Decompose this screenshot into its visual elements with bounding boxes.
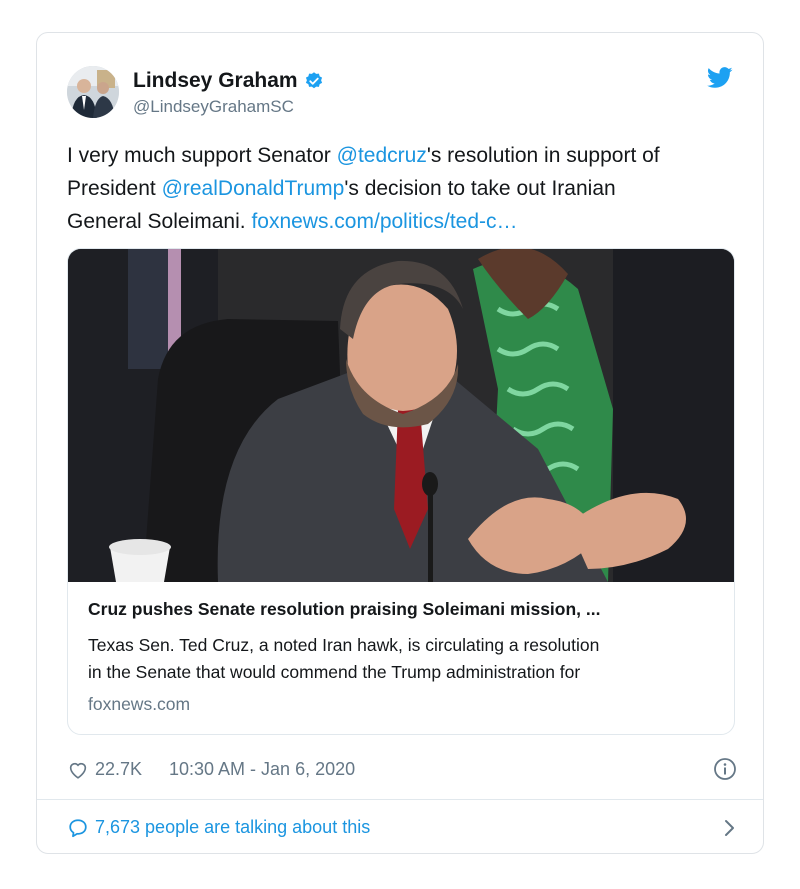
mention-tedcruz[interactable]: @tedcruz (337, 144, 427, 167)
tweet-line-3: General Soleimani. foxnews.com/politics/… (67, 205, 737, 238)
conversation-row[interactable]: 7,673 people are talking about this (67, 813, 737, 841)
link-preview-card[interactable]: Cruz pushes Senate resolution praising S… (67, 248, 735, 735)
speech-bubble-icon (69, 819, 87, 838)
tweet-url-link[interactable]: foxnews.com/politics/ted-c… (251, 210, 517, 233)
tweet-meta-row: 22.7K 10:30 AM - Jan 6, 2020 (67, 757, 737, 783)
tweet-text-segment: 's decision to take out Iranian (344, 177, 616, 200)
heart-icon[interactable] (67, 759, 89, 781)
chevron-right-icon[interactable] (723, 817, 737, 839)
tweet-line-1: I very much support Senator @tedcruz's r… (67, 139, 737, 172)
article-title[interactable]: Cruz pushes Senate resolution praising S… (88, 599, 718, 620)
author-handle[interactable]: @LindseyGrahamSC (133, 97, 294, 117)
mention-realdonaldtrump[interactable]: @realDonaldTrump (162, 177, 345, 200)
tweet-text-segment: 's resolution in support of (426, 144, 660, 167)
article-description: Texas Sen. Ted Cruz, a noted Iran hawk, … (88, 632, 718, 686)
tweet-body: I very much support Senator @tedcruz's r… (67, 139, 737, 238)
verified-badge-icon (305, 72, 322, 89)
tweet-text-segment: I very much support Senator (67, 144, 337, 167)
conversation-label[interactable]: 7,673 people are talking about this (95, 817, 370, 838)
tweet-line-2: President @realDonaldTrump's decision to… (67, 172, 737, 205)
tweet-text-segment: General Soleimani. (67, 210, 252, 233)
author-avatar[interactable] (67, 66, 119, 118)
info-icon[interactable] (713, 757, 737, 781)
article-description-line: in the Senate that would commend the Tru… (88, 662, 581, 682)
twitter-bird-icon[interactable] (707, 67, 733, 89)
tweet-card: Lindsey Graham @LindseyGrahamSC I very m… (36, 32, 764, 854)
author-name[interactable]: Lindsey Graham (133, 69, 298, 93)
article-description-line: Texas Sen. Ted Cruz, a noted Iran hawk, … (88, 635, 600, 655)
like-count[interactable]: 22.7K (95, 759, 142, 780)
tweet-text-segment: President (67, 177, 162, 200)
tweet-timestamp[interactable]: 10:30 AM - Jan 6, 2020 (169, 759, 355, 780)
article-image[interactable] (68, 249, 735, 582)
author-name-row[interactable]: Lindsey Graham (133, 69, 324, 93)
article-domain: foxnews.com (88, 694, 191, 714)
divider (37, 799, 763, 800)
